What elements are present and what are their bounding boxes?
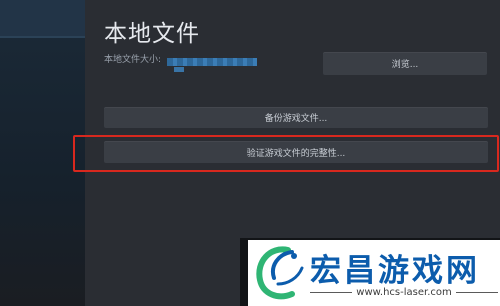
url-right-rule [455, 292, 499, 293]
local-files-size-value [167, 58, 257, 66]
local-files-size-value-tail [174, 67, 184, 72]
page-title: 本地文件 [104, 21, 200, 47]
watermark-logo: 宏昌游戏网 www.hcs-laser.com [248, 240, 500, 306]
watermark-brand-name: 宏昌游戏网 [310, 253, 480, 289]
sidebar-header-strip [0, 0, 85, 36]
watermark-url: www.hcs-laser.com [356, 287, 452, 298]
local-files-size-label: 本地文件大小: [104, 55, 162, 65]
verify-highlight-box [73, 135, 499, 172]
url-left-rule [310, 292, 353, 293]
browse-button[interactable]: 浏览... [323, 52, 487, 75]
brand-logo-icon [256, 246, 304, 300]
watermark-url-row: www.hcs-laser.com [310, 287, 499, 298]
backup-game-files-button[interactable]: 备份游戏文件... [104, 107, 488, 128]
sidebar-divider [0, 36, 85, 38]
